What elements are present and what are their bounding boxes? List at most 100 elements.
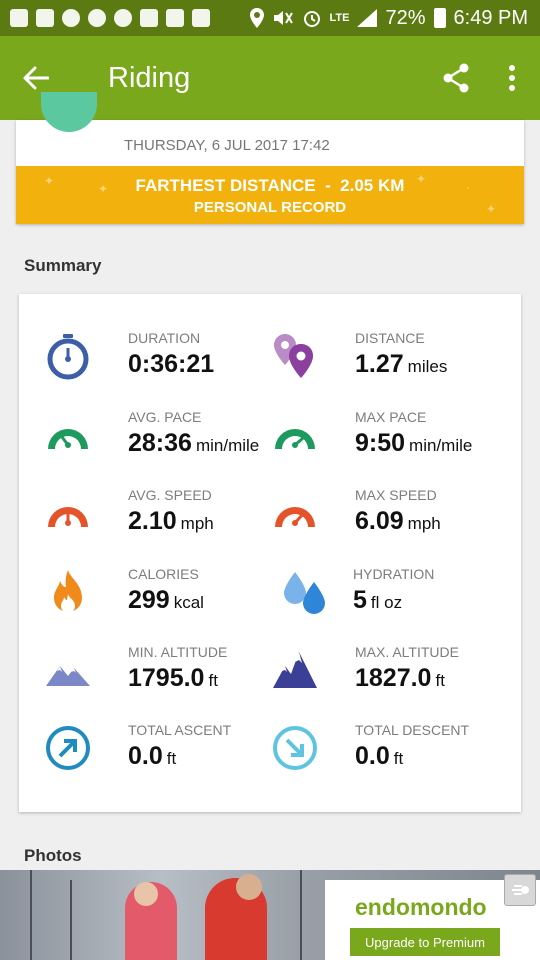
stat-value: 299 kcal [128, 586, 204, 615]
stat-label: MAX SPEED [355, 487, 437, 503]
stat-unit: mph [180, 514, 214, 533]
stat-unit: fl oz [370, 593, 403, 612]
sport-avatar [41, 92, 97, 132]
record-title: FARTHEST DISTANCE - 2.05 KM [135, 176, 405, 195]
mail-icon [140, 9, 158, 27]
stat-number: 299 [128, 586, 170, 614]
stat-number: 9:50 [355, 429, 406, 457]
stat-total-descent: TOTAL DESCENT 0.0 ft [271, 722, 511, 784]
stat-duration: DURATION 0:36:21 [44, 330, 284, 392]
signal-icon [357, 9, 378, 27]
ad-close-button[interactable] [504, 874, 536, 906]
flame-icon [54, 570, 82, 613]
stat-number: 1827.0 [355, 664, 432, 692]
page-title: Riding [108, 61, 191, 94]
stat-unit: kcal [173, 593, 204, 612]
stat-unit: ft [435, 671, 445, 690]
stat-label: MIN. ALTITUDE [128, 644, 228, 660]
sparkle-icon: · [466, 180, 470, 194]
stat-number: 28:36 [128, 429, 192, 457]
stat-avg-speed: AVG. SPEED 2.10 mph [44, 487, 284, 549]
stat-unit: miles [407, 357, 448, 376]
stat-label: TOTAL DESCENT [355, 722, 470, 738]
sparkle-icon: ✦ [486, 202, 497, 216]
stat-hydration: HYDRATION 5 fl oz [281, 566, 521, 628]
stat-number: 0.0 [128, 742, 163, 770]
stat-calories: CALORIES 299 kcal [44, 566, 284, 628]
stat-value: 28:36 min/mile [128, 429, 259, 458]
stat-label: CALORIES [128, 566, 199, 582]
max-altitude-mountain-icon [273, 652, 317, 688]
ascent-arrow-icon [46, 726, 90, 770]
mute-icon [273, 11, 293, 25]
workout-date: THURSDAY, 6 JUL 2017 17:42 [124, 137, 330, 154]
share-icon [443, 63, 469, 93]
stat-value: 0:36:21 [128, 350, 218, 379]
gallery-icon [166, 9, 184, 27]
summary-card: DURATION 0:36:21 DISTANCE 1.27 miles AVG.… [19, 294, 521, 812]
share-button[interactable] [428, 36, 484, 120]
stat-label: DISTANCE [355, 330, 425, 346]
stat-unit: mph [407, 514, 441, 533]
tree-illustration [30, 870, 32, 960]
runner-head [134, 882, 158, 906]
clock: 6:49 PM [453, 6, 528, 29]
sparkle-icon: ✦ [98, 182, 109, 196]
stat-total-ascent: TOTAL ASCENT 0.0 ft [44, 722, 284, 784]
battery-icon [433, 8, 446, 28]
stat-value: 2.10 mph [128, 507, 214, 536]
stat-value: 9:50 min/mile [355, 429, 472, 458]
status-bar: LTE 72% 6:49 PM [0, 0, 540, 36]
max-speed-gauge-icon [275, 507, 315, 527]
sparkle-icon: ✦ [44, 174, 55, 188]
stat-label: AVG. PACE [128, 409, 202, 425]
personal-record-banner[interactable]: ✦ ✦ ✦ ✦ · FARTHEST DISTANCE - 2.05 KM PE… [16, 166, 524, 224]
notification-icons [10, 9, 210, 27]
stat-value: 6.09 mph [355, 507, 441, 536]
upgrade-premium-button[interactable]: Upgrade to Premium [350, 928, 500, 956]
stat-label: DURATION [128, 330, 201, 346]
summary-heading: Summary [24, 256, 102, 275]
stat-number: 0.0 [355, 742, 390, 770]
location-icon [249, 8, 264, 28]
runner-head [236, 874, 262, 900]
facebook-icon [36, 9, 54, 27]
tree-illustration [300, 870, 302, 960]
stat-number: 6.09 [355, 507, 404, 535]
min-altitude-mountain-icon [46, 666, 90, 686]
stat-min-altitude: MIN. ALTITUDE 1795.0 ft [44, 644, 284, 706]
snapchat-icon [88, 9, 106, 27]
avg-pace-gauge-icon [48, 429, 88, 449]
stopwatch-icon [47, 334, 89, 380]
more-options-button[interactable] [484, 36, 540, 120]
system-status: LTE 72% 6:49 PM [249, 6, 528, 30]
max-pace-gauge-icon [275, 429, 315, 449]
stat-unit: min/mile [409, 436, 473, 455]
workout-header-card: THURSDAY, 6 JUL 2017 17:42 ✦ ✦ ✦ ✦ · FAR… [16, 92, 524, 224]
stat-value: 0.0 ft [128, 742, 176, 771]
back-arrow-icon [23, 66, 49, 90]
stat-value: 1827.0 ft [355, 664, 445, 693]
flipboard-icon [10, 9, 28, 27]
stat-number: 1795.0 [128, 664, 205, 692]
stat-number: 1.27 [355, 350, 404, 378]
sparkle-icon: ✦ [416, 172, 427, 186]
stat-label: HYDRATION [353, 566, 435, 582]
stat-number: 0:36:21 [128, 350, 215, 378]
stat-value: 0.0 ft [355, 742, 403, 771]
stat-unit: ft [166, 749, 177, 768]
stat-number: 2.10 [128, 507, 177, 535]
alarm-icon [303, 11, 320, 27]
network-type: LTE [329, 12, 350, 24]
stat-max-altitude: MAX. ALTITUDE 1827.0 ft [271, 644, 511, 706]
record-subtitle: PERSONAL RECORD [193, 199, 347, 216]
stat-label: TOTAL ASCENT [128, 722, 232, 738]
pinterest-icon [114, 9, 132, 27]
stat-unit: min/mile [195, 436, 260, 455]
tree-illustration [70, 880, 72, 960]
ad-banner[interactable]: endomondo Upgrade to Premium [0, 870, 540, 960]
more-vert-icon [509, 65, 515, 91]
stat-avg-pace: AVG. PACE 28:36 min/mile [44, 409, 284, 471]
stat-value: 1.27 miles [355, 350, 447, 379]
water-drops-icon [284, 572, 325, 614]
